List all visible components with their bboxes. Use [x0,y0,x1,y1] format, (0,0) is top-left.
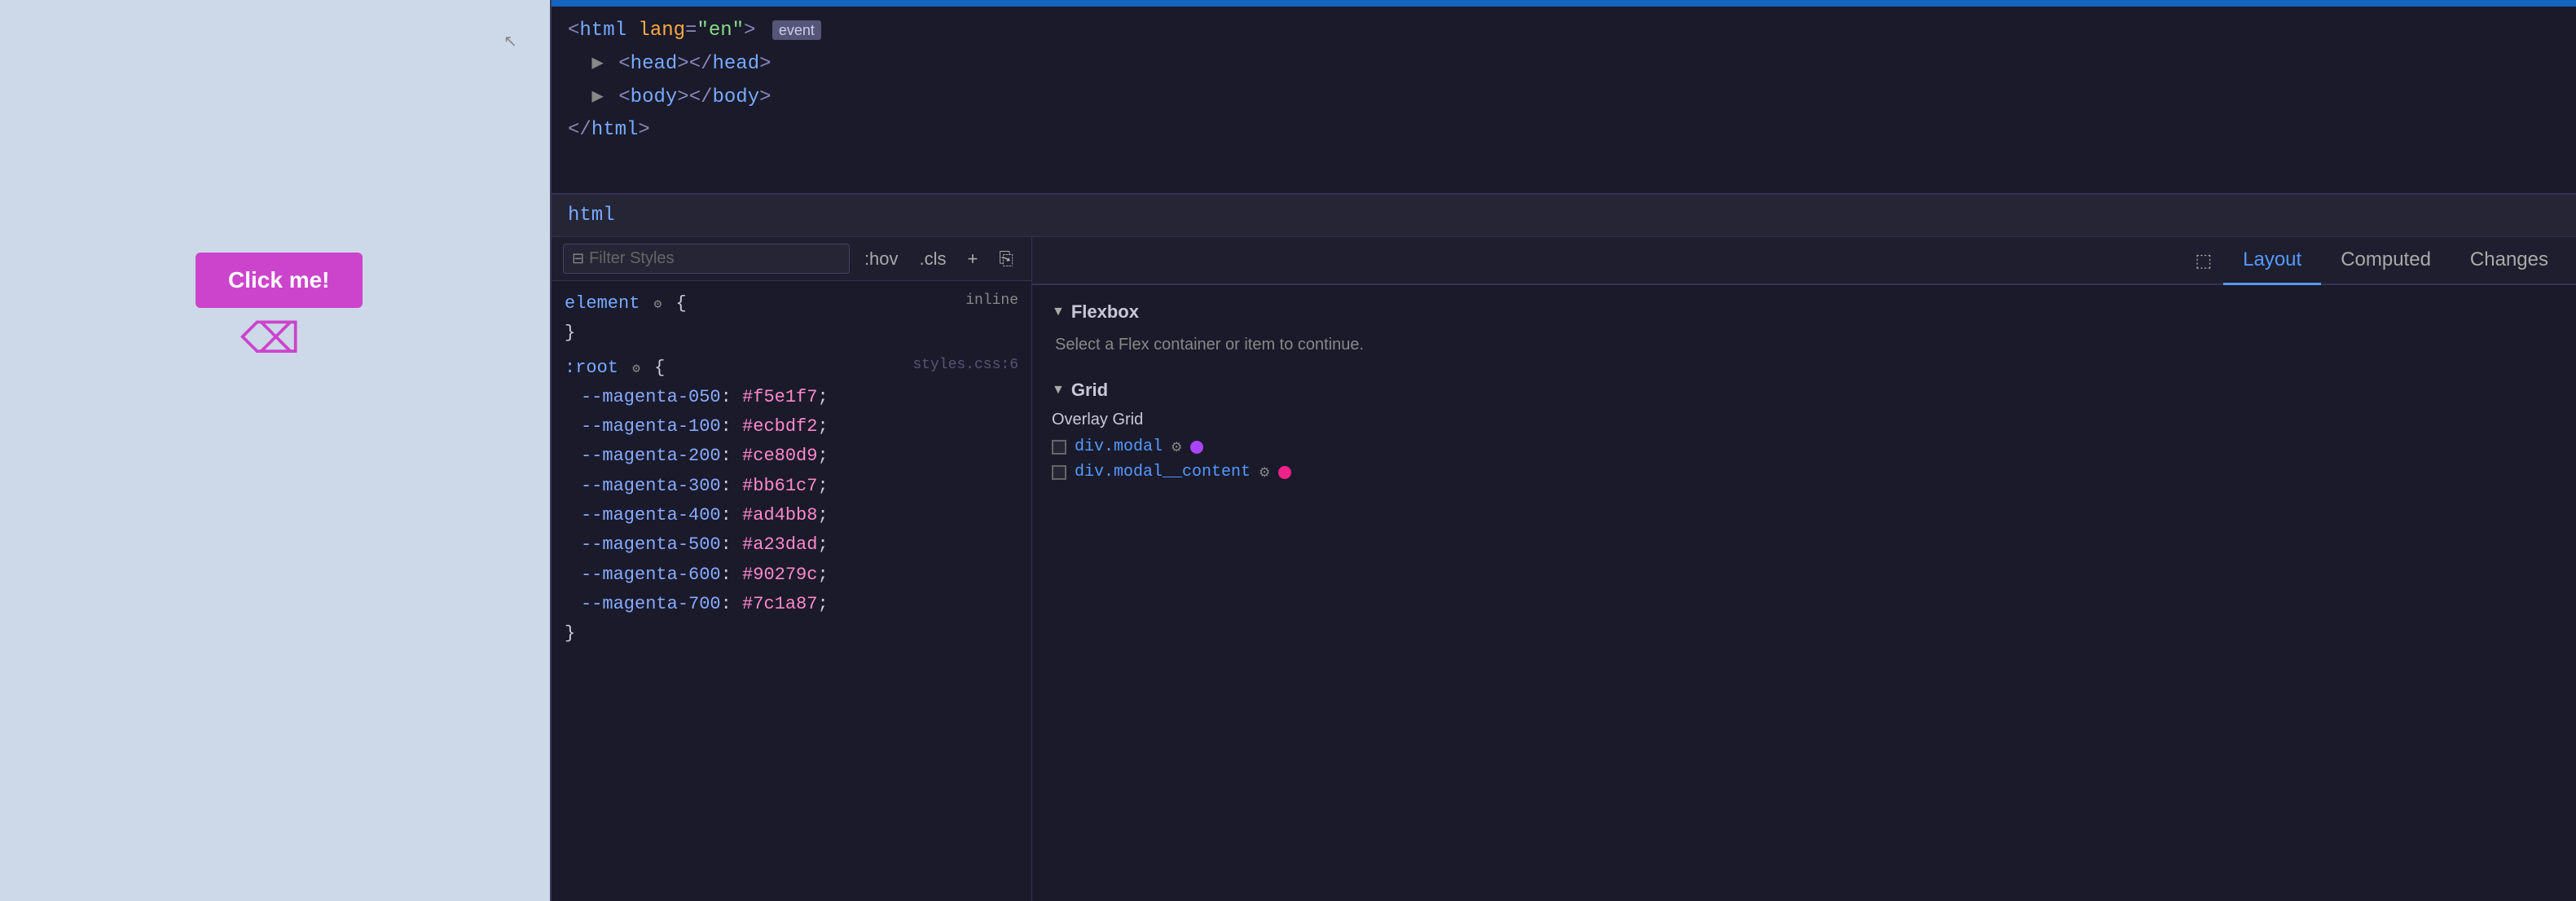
modal-content-grid-name[interactable]: div.modal__content [1075,463,1251,481]
styles-content: element ⚙ { inline } :root ⚙ { styles.cs… [552,281,1031,901]
hov-button[interactable]: :hov [858,245,905,273]
flexbox-section-header[interactable]: ▼ Flexbox [1052,301,2556,323]
webpage-preview: ↖ Click me! ⌫ [0,0,550,901]
css-property-magenta-050: --magenta-050: #f5e1f7; [565,383,1018,412]
html-line-3[interactable]: ▶ <body> ​ </body> [568,81,2560,115]
filter-styles-input[interactable]: ⊟ Filter Styles [563,244,850,274]
element-selector[interactable]: element [565,293,640,314]
breadcrumb-html[interactable]: html [568,204,615,226]
modal-gear-icon[interactable]: ⚙ [1171,439,1182,455]
modal-grid-name[interactable]: div.modal [1075,437,1163,456]
element-gear-icon[interactable]: ⚙ [654,297,662,312]
tab-computed[interactable]: Computed [2321,237,2451,285]
devtools-bottom: ⊟ Filter Styles :hov .cls + ⎘ element ⚙ … [552,237,2576,901]
event-badge: event [772,20,821,40]
grid-title: Grid [1071,380,1108,401]
css-property-magenta-300: --magenta-300: #bb61c7; [565,472,1018,501]
modal-color-dot [1190,441,1203,454]
rule-source: styles.css:6 [912,354,1018,378]
click-me-button[interactable]: Click me! [196,253,363,308]
modal-content-overlay-checkbox[interactable] [1052,465,1066,480]
grid-overlay-item-modal-content: div.modal__content ⚙ [1052,463,2556,481]
cursor-pointer-icon: ⌫ [240,318,301,360]
html-line-2[interactable]: ▶ <head> ​ </head> [568,48,2560,81]
root-gear-icon[interactable]: ⚙ [632,362,640,376]
flexbox-title: Flexbox [1071,301,1139,323]
css-property-magenta-200: --magenta-200: #ce80d9; [565,442,1018,471]
css-property-magenta-700: --magenta-700: #7c1a87; [565,590,1018,619]
element-rule: element ⚙ { inline } [565,289,1018,349]
tab-layout[interactable]: Layout [2223,237,2321,285]
filter-placeholder: Filter Styles [589,249,674,268]
cls-button[interactable]: .cls [913,245,953,273]
grid-overlay-item-modal: div.modal ⚙ [1052,437,2556,456]
root-rule: :root ⚙ { styles.css:6 --magenta-050: #f… [565,354,1018,649]
inline-label: inline [965,289,1018,314]
html-line-1[interactable]: <html lang="en"> event [568,15,2560,48]
add-style-button[interactable]: + [961,245,985,273]
grid-arrow-icon: ▼ [1052,383,1065,398]
modal-content-gear-icon[interactable]: ⚙ [1259,464,1270,481]
flexbox-arrow-icon: ▼ [1052,305,1065,319]
devtools-top-bar [552,0,2576,7]
overlay-grid-label: Overlay Grid [1052,411,2556,429]
layout-panel: ⬚ Layout Computed Changes ▼ Flexbox Sele… [1032,237,2576,901]
cursor-arrow-icon: ↖ [503,31,517,51]
copy-style-button[interactable]: ⎘ [992,245,1020,273]
flexbox-desc: Select a Flex container or item to conti… [1052,332,2556,357]
filter-icon: ⊟ [572,250,584,267]
styles-toolbar: ⊟ Filter Styles :hov .cls + ⎘ [552,237,1031,281]
layout-tabs: ⬚ Layout Computed Changes [1032,237,2576,285]
modal-content-color-dot [1278,466,1291,479]
breadcrumb-bar: html [552,194,2576,237]
root-selector[interactable]: :root [565,358,618,378]
tab-changes[interactable]: Changes [2451,237,2568,285]
grid-section: ▼ Grid Overlay Grid div.modal ⚙ div.moda… [1052,380,2556,481]
layout-content: ▼ Flexbox Select a Flex container or ite… [1032,285,2576,901]
styles-panel: ⊟ Filter Styles :hov .cls + ⎘ element ⚙ … [552,237,1032,901]
css-property-magenta-400: --magenta-400: #ad4bb8; [565,501,1018,530]
css-property-magenta-100: --magenta-100: #ecbdf2; [565,412,1018,442]
layout-tab-icons: ⬚ [2183,237,2223,283]
grid-section-header[interactable]: ▼ Grid [1052,380,2556,401]
html-line-4[interactable]: </html> [568,114,2560,147]
html-tree: <html lang="en"> event ▶ <head> ​ </head… [552,7,2576,194]
modal-overlay-checkbox[interactable] [1052,440,1066,455]
dock-icon-button[interactable]: ⬚ [2191,247,2215,275]
css-property-magenta-600: --magenta-600: #90279c; [565,560,1018,590]
flexbox-section: ▼ Flexbox Select a Flex container or ite… [1052,301,2556,357]
devtools-panel: <html lang="en"> event ▶ <head> ​ </head… [550,0,2576,901]
css-property-magenta-500: --magenta-500: #a23dad; [565,530,1018,560]
